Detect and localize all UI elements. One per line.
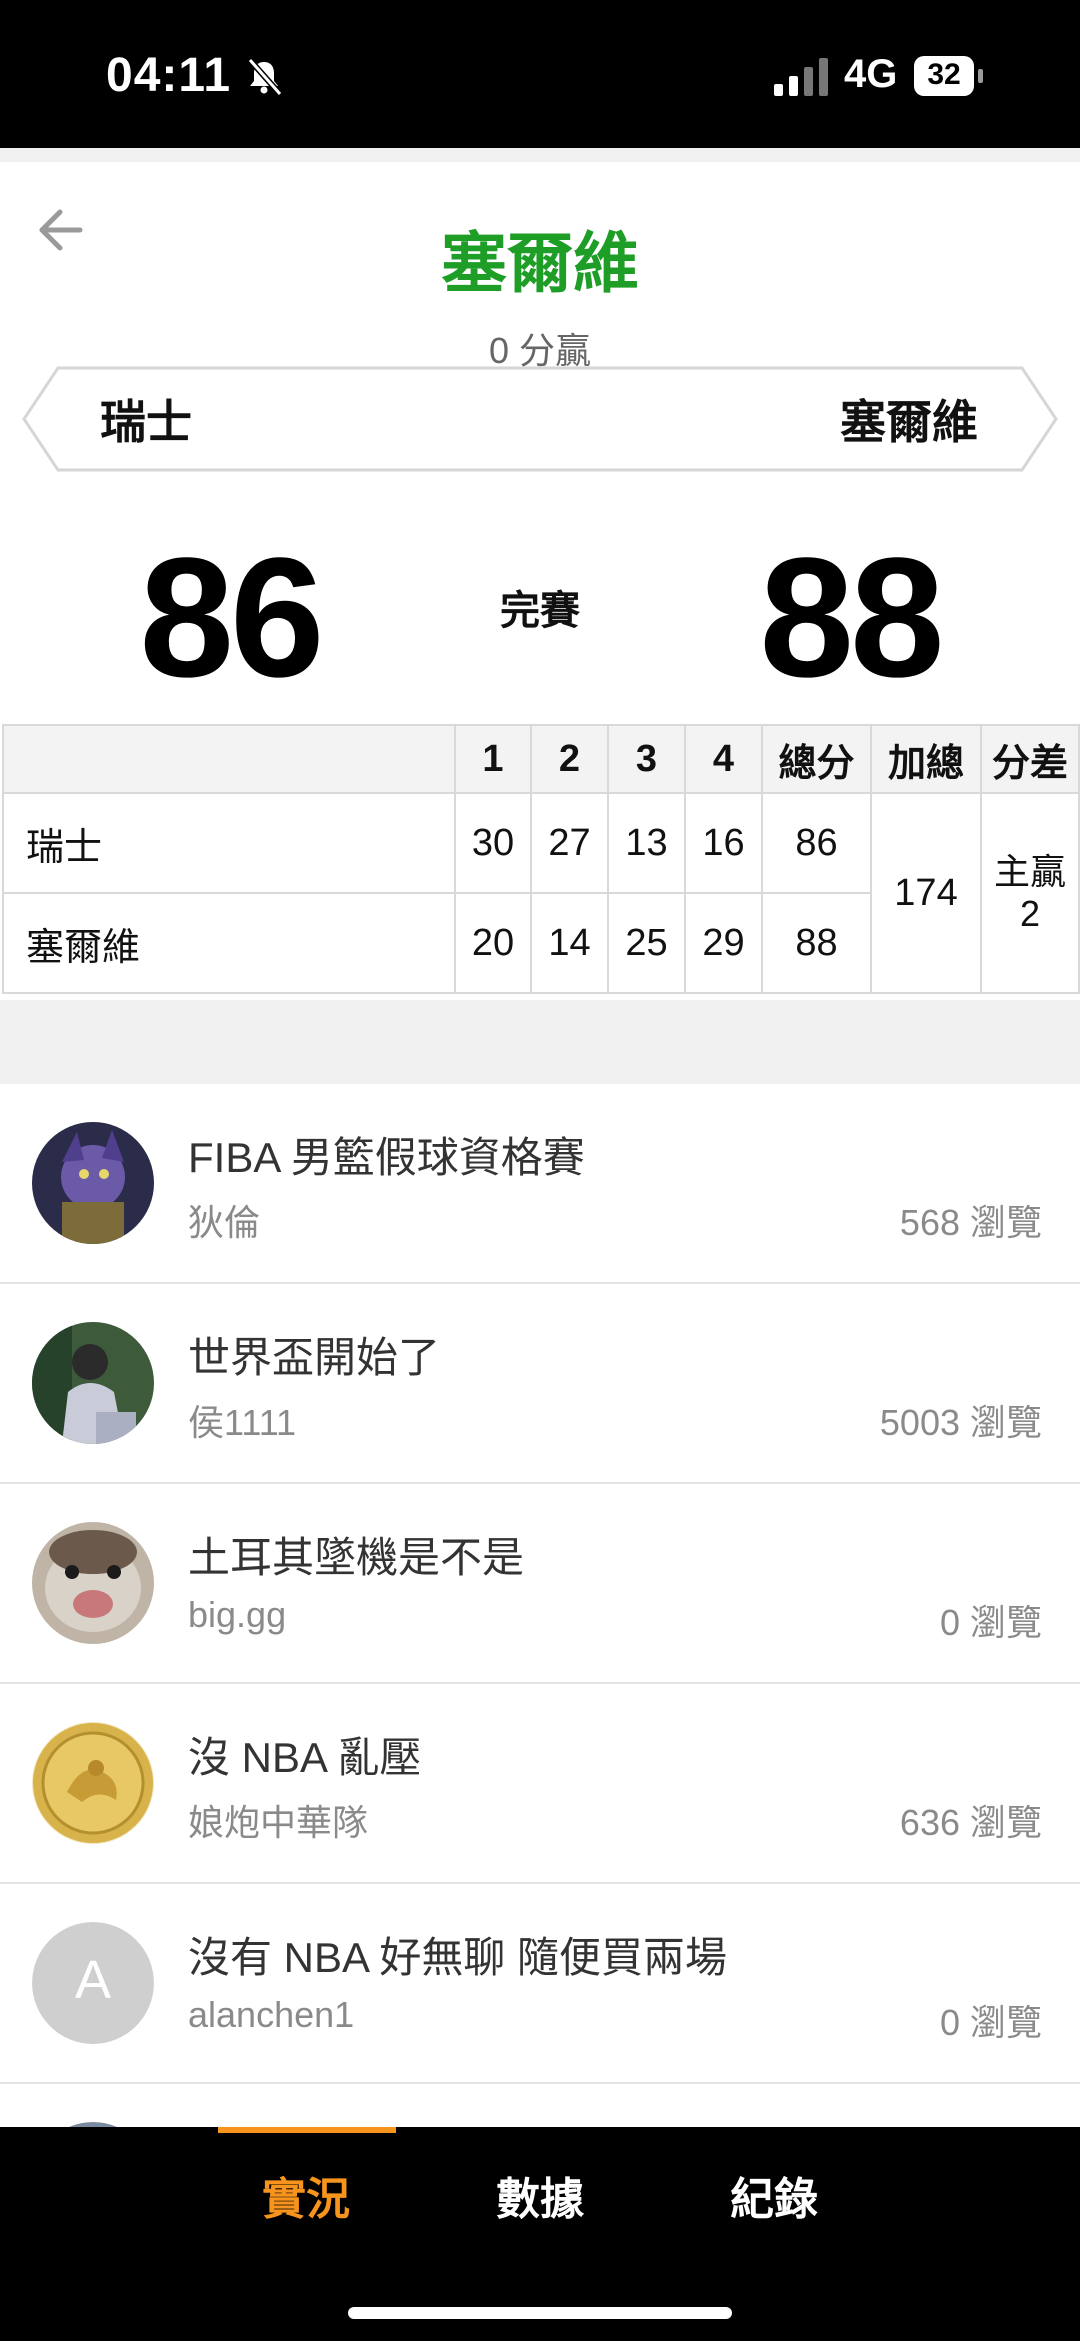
- post-author: big.gg: [188, 1594, 287, 1635]
- quarter-score: 14: [530, 892, 609, 994]
- top-divider: [0, 148, 1080, 162]
- game-status: 完賽: [500, 589, 580, 633]
- header-cell: 2: [530, 724, 609, 794]
- post-views: 0 瀏覽: [939, 2002, 1042, 2043]
- quarter-score: 25: [607, 892, 686, 994]
- avatar-letter: A: [75, 1950, 111, 2010]
- coin-avatar: [32, 1722, 154, 1844]
- quarter-score: 20: [454, 892, 532, 994]
- list-item[interactable]: 土耳其墜機是不是 big.gg 0 瀏覽: [0, 1484, 1080, 1684]
- letter-avatar: A: [32, 1922, 154, 2044]
- header-cell: 分差: [980, 724, 1080, 794]
- post-views: 5003 瀏覽: [879, 1402, 1042, 1443]
- list-item[interactable]: 世界盃開始了 侯1111 5003 瀏覽: [0, 1284, 1080, 1484]
- signal-icon: [774, 58, 828, 96]
- team-left-name[interactable]: 瑞士: [100, 386, 192, 452]
- post-title: 土耳其墜機是不是: [188, 1534, 525, 1581]
- post-views: 0 瀏覽: [939, 1602, 1042, 1643]
- post-views: 636 瀏覽: [899, 1802, 1042, 1843]
- header-cell: 4: [684, 724, 763, 794]
- home-indicator[interactable]: [348, 2307, 732, 2319]
- header-cell: 加總: [870, 724, 982, 794]
- header-cell: [2, 724, 456, 794]
- diff-label: 主贏: [993, 851, 1066, 892]
- post-author: 侯1111: [188, 1402, 297, 1443]
- score-left: 86: [139, 523, 324, 713]
- total-score: 88: [761, 892, 872, 994]
- post-author: alanchen1: [188, 1994, 355, 2035]
- battery-icon: 32: [914, 56, 984, 96]
- quarter-score: 30: [454, 792, 532, 894]
- bell-slash-icon: [247, 58, 283, 96]
- person-avatar: [32, 1322, 154, 1444]
- header-cell: 3: [607, 724, 686, 794]
- table-row: 瑞士 30 27 13 16 86 174 主贏 2: [2, 792, 1080, 994]
- list-item[interactable]: A 沒有 NBA 好無聊 隨便買兩場 alanchen1 0 瀏覽: [0, 1884, 1080, 2084]
- bottom-tab-bar: 實況 數據 紀錄: [0, 2127, 1080, 2341]
- status-bar: 04:11 4G 32: [0, 0, 1080, 148]
- post-views: 568 瀏覽: [899, 1202, 1042, 1243]
- post-title: 沒有 NBA 好無聊 隨便買兩場: [188, 1934, 728, 1981]
- score-right: 88: [759, 523, 944, 713]
- score-difference: 主贏 2: [980, 792, 1080, 994]
- status-time: 04:11: [106, 49, 232, 102]
- header-cell: 1: [454, 724, 532, 794]
- network-label: 4G: [844, 52, 898, 96]
- post-title: 沒 NBA 亂壓: [188, 1734, 422, 1781]
- post-list: FIBA 男籃假球資格賽 狄倫 568 瀏覽 世界盃開始了 侯1111 5003…: [0, 1084, 1080, 2282]
- post-title: 世界盃開始了: [188, 1334, 441, 1381]
- team-right-name[interactable]: 塞爾維: [840, 386, 978, 452]
- header-cell: 總分: [761, 724, 872, 794]
- battery-level: 32: [927, 58, 961, 91]
- tab-live[interactable]: 實況: [206, 2163, 406, 2227]
- active-tab-indicator: [218, 2127, 396, 2133]
- tab-records[interactable]: 紀錄: [674, 2163, 874, 2227]
- section-divider: [0, 1000, 1080, 1084]
- post-author: 狄倫: [188, 1202, 261, 1243]
- total-score: 86: [761, 792, 872, 894]
- tab-stats[interactable]: 數據: [440, 2163, 640, 2227]
- team-cell: 塞爾維: [2, 892, 456, 994]
- quarter-score: 29: [684, 892, 763, 994]
- diff-value: 2: [1019, 893, 1041, 934]
- quarter-score: 13: [607, 792, 686, 894]
- quarter-score: 16: [684, 792, 763, 894]
- quarter-score: 27: [530, 792, 609, 894]
- list-item[interactable]: FIBA 男籃假球資格賽 狄倫 568 瀏覽: [0, 1084, 1080, 1284]
- character-avatar: [32, 1122, 154, 1244]
- list-item[interactable]: 沒 NBA 亂壓 娘炮中華隊 636 瀏覽: [0, 1684, 1080, 1884]
- box-score-table: 1 2 3 4 總分 加總 分差 瑞士 30 27 13 16 86 174 主…: [2, 724, 1080, 994]
- team-cell: 瑞士: [2, 792, 456, 894]
- combined-total: 174: [870, 792, 982, 994]
- table-header-row: 1 2 3 4 總分 加總 分差: [2, 724, 1080, 794]
- post-title: FIBA 男籃假球資格賽: [188, 1134, 585, 1181]
- animal-avatar: [32, 1522, 154, 1644]
- post-author: 娘炮中華隊: [188, 1802, 369, 1843]
- winner-title: 塞爾維: [441, 226, 639, 300]
